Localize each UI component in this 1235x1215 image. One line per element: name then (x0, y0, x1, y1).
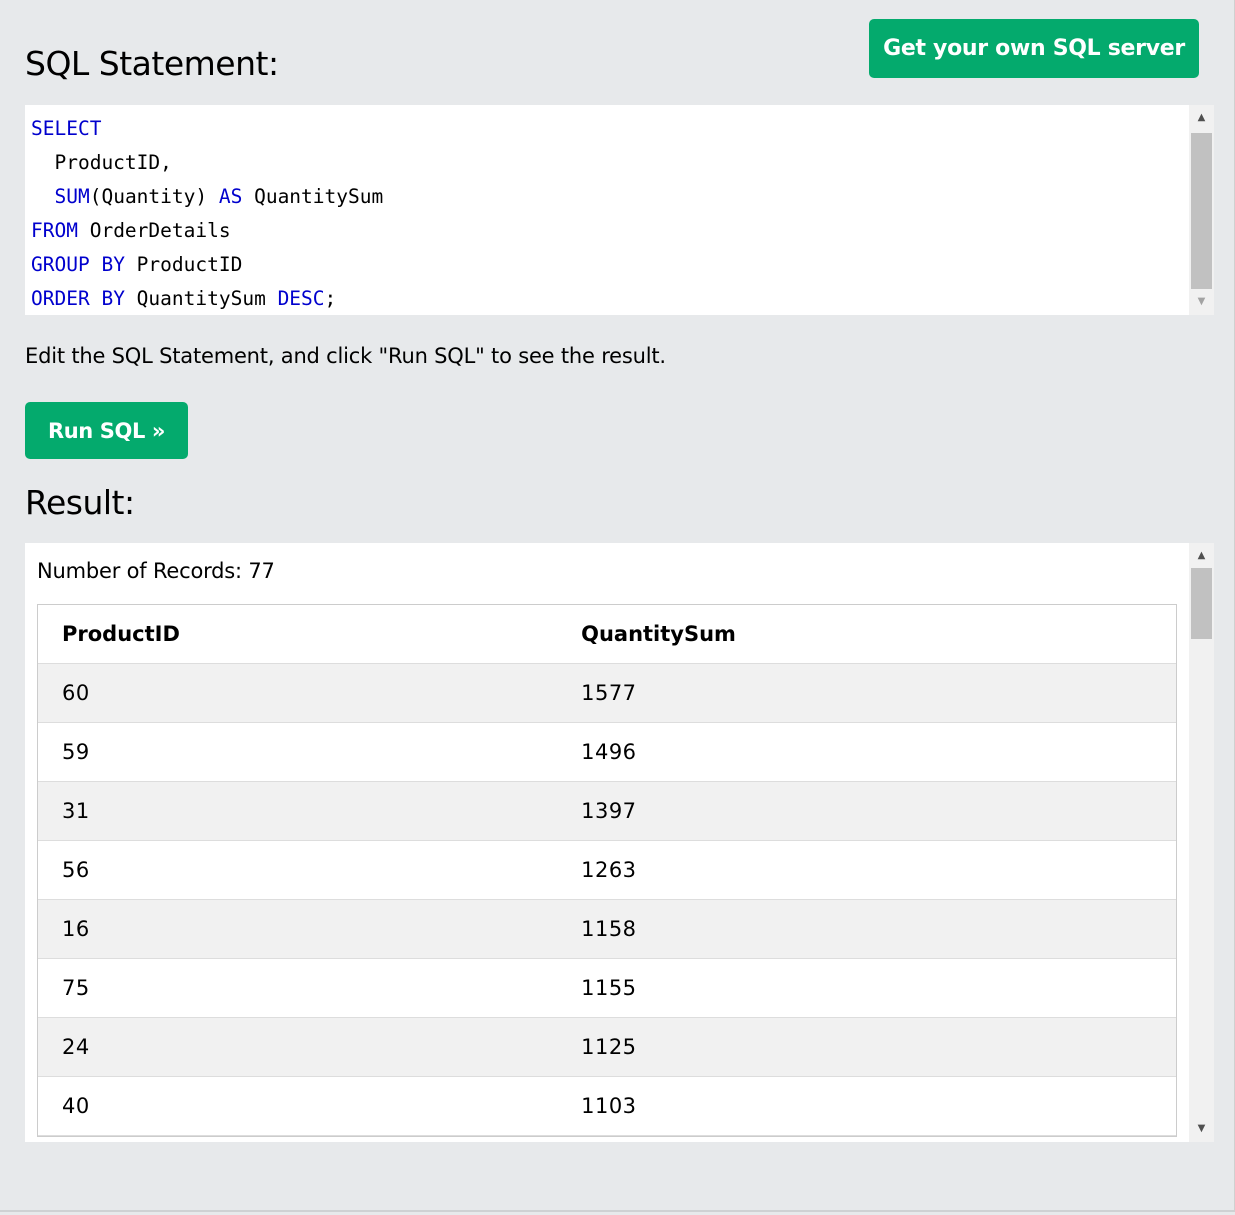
table-row: 75 1155 (38, 959, 1176, 1018)
result-table: ProductID QuantitySum 60 1577 59 1496 31 1397… (37, 604, 1177, 1137)
table-row: 56 1263 (38, 841, 1176, 900)
run-sql-button[interactable]: Run SQL » (25, 402, 188, 459)
cell-quantitysum: 1155 (581, 976, 637, 1000)
table-row: 40 1103 (38, 1077, 1176, 1136)
sql-text: QuantitySum (124, 287, 278, 310)
table-row: 60 1577 (38, 664, 1176, 723)
table-row: 16 1158 (38, 900, 1176, 959)
cell-quantitysum: 1496 (581, 740, 637, 764)
sql-keyword: BY (101, 253, 125, 276)
sql-statement-heading: SQL Statement: (25, 44, 279, 83)
cell-quantitysum: 1158 (581, 917, 637, 941)
cell-quantitysum: 1577 (581, 681, 637, 705)
scrollbar-thumb[interactable] (1191, 568, 1212, 639)
sql-keyword: SELECT (31, 117, 102, 140)
cell-productid: 56 (62, 858, 90, 882)
editor-scrollbar[interactable]: ▲ ▼ (1189, 105, 1214, 315)
sql-keyword: FROM (31, 219, 78, 242)
code-line: SELECT (31, 112, 383, 146)
sql-text: ProductID, (31, 151, 172, 174)
column-header-productid: ProductID (62, 622, 180, 646)
sql-text: (Quantity) (89, 185, 219, 208)
get-sql-server-button[interactable]: Get your own SQL server (869, 19, 1199, 78)
scroll-down-arrow-icon[interactable]: ▼ (1189, 1116, 1214, 1142)
code-line: ORDER BY QuantitySum DESC; (31, 282, 383, 315)
sql-keyword: AS (218, 185, 243, 208)
cell-productid: 31 (62, 799, 90, 823)
scroll-down-arrow-icon[interactable]: ▼ (1189, 289, 1214, 315)
cell-productid: 75 (62, 976, 90, 1000)
sql-keyword: DESC (277, 287, 325, 310)
code-line: FROM OrderDetails (31, 214, 383, 248)
records-count: Number of Records: 77 (37, 559, 275, 583)
code-line: GROUP BY ProductID (31, 248, 383, 282)
cell-productid: 24 (62, 1035, 90, 1059)
sql-code[interactable]: SELECT ProductID, SUM(Quantity) AS Quant… (31, 112, 383, 315)
instruction-text: Edit the SQL Statement, and click "Run S… (25, 344, 666, 368)
cell-quantitysum: 1397 (581, 799, 637, 823)
table-row: 59 1496 (38, 723, 1176, 782)
scroll-up-arrow-icon[interactable]: ▲ (1189, 543, 1214, 569)
scrollbar-thumb[interactable] (1191, 133, 1212, 289)
sql-text: ; (324, 287, 337, 310)
sql-keyword: ORDER (31, 287, 90, 310)
cell-productid: 60 (62, 681, 90, 705)
result-scrollbar[interactable]: ▲ ▼ (1189, 543, 1214, 1142)
cell-quantitysum: 1125 (581, 1035, 637, 1059)
result-heading: Result: (25, 483, 135, 522)
table-row: 31 1397 (38, 782, 1176, 841)
cell-quantitysum: 1103 (581, 1094, 637, 1118)
cell-productid: 59 (62, 740, 90, 764)
sql-keyword: SUM (54, 185, 90, 208)
table-row: 24 1125 (38, 1018, 1176, 1077)
code-line: SUM(Quantity) AS QuantitySum (31, 180, 383, 214)
column-header-quantitysum: QuantitySum (581, 622, 736, 646)
sql-editor[interactable]: SELECT ProductID, SUM(Quantity) AS Quant… (25, 105, 1214, 315)
sql-text: OrderDetails (77, 219, 231, 242)
scroll-up-arrow-icon[interactable]: ▲ (1189, 105, 1214, 131)
table-header-row: ProductID QuantitySum (38, 605, 1176, 664)
sql-keyword: GROUP (31, 253, 90, 276)
cell-quantitysum: 1263 (581, 858, 637, 882)
cell-productid: 40 (62, 1094, 90, 1118)
result-panel[interactable]: Number of Records: 77 ProductID Quantity… (25, 543, 1214, 1142)
sql-keyword: BY (101, 287, 125, 310)
cell-productid: 16 (62, 917, 90, 941)
sql-text: ProductID (124, 253, 243, 276)
sql-text: QuantitySum (242, 185, 384, 208)
code-line: ProductID, (31, 146, 383, 180)
